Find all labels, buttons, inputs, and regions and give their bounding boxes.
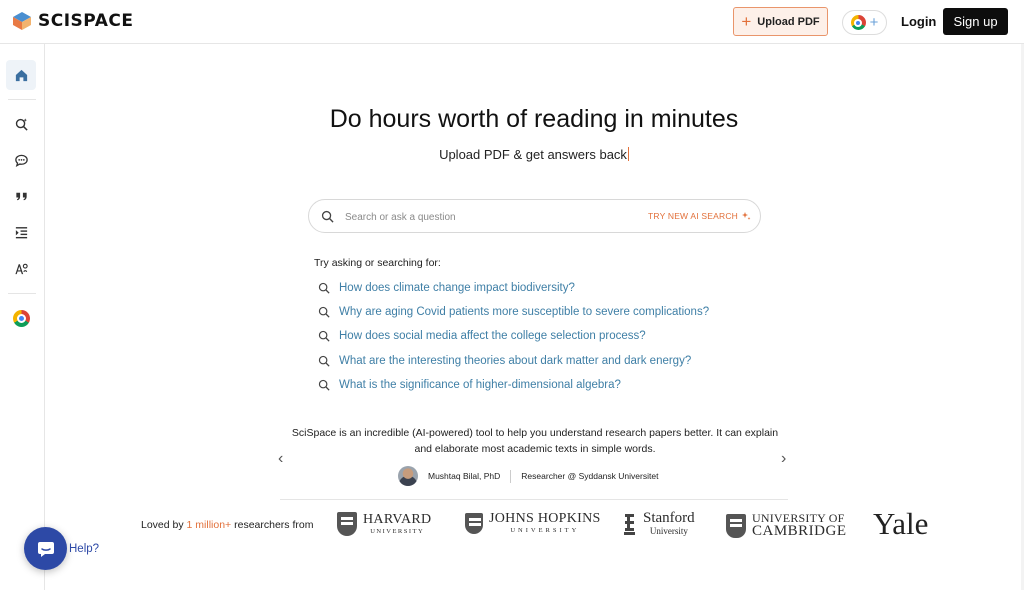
cambridge-logo: UNIVERSITY OF CAMBRIDGE [726, 512, 847, 539]
search-icon [318, 282, 330, 294]
search-icon [318, 307, 330, 318]
top-header: SCISPACE + Upload PDF + Login Sign up [0, 0, 1024, 44]
quote-icon [15, 192, 27, 200]
testimonial-quote: SciSpace is an incredible (AI-powered) t… [291, 427, 779, 455]
sidebar-item-home[interactable] [6, 60, 36, 90]
sidebar-item-chat[interactable] [6, 145, 36, 175]
stanford-logo: Stanford University [622, 511, 695, 536]
loved-suffix: researchers from [231, 519, 314, 531]
section-divider [280, 499, 788, 500]
plus-icon: + [869, 14, 879, 31]
harvard-shield-icon [337, 512, 357, 536]
suggestion-text: How does climate change impact biodivers… [339, 282, 575, 295]
sidebar-item-ai-detector[interactable] [6, 253, 36, 283]
search-input[interactable] [345, 207, 635, 227]
chevron-right-icon[interactable]: › [781, 450, 786, 468]
chrome-icon [12, 309, 30, 327]
avatar [398, 466, 418, 486]
suggestion-text: Why are aging Covid patients more suscep… [339, 306, 710, 319]
suggestion-text: What is the significance of higher-dimen… [339, 378, 621, 391]
upload-pdf-label: Upload PDF [757, 15, 820, 28]
jhu-shield-icon [465, 512, 483, 534]
suggestion-text: How does social media affect the college… [339, 330, 646, 343]
suggestion-text: What are the interesting theories about … [339, 354, 692, 367]
sidebar-item-paraphrase[interactable] [6, 217, 36, 247]
chat-icon [14, 154, 28, 167]
help-label[interactable]: Help? [69, 543, 99, 555]
harvard-logo: HARVARD UNIVERSITY [337, 512, 431, 536]
loved-prefix: Loved by [141, 519, 187, 531]
subtitle-text: Upload PDF & get answers back [439, 147, 627, 162]
search-icon [321, 210, 334, 223]
stanford-tree-icon [624, 513, 635, 535]
scispace-logo-icon [13, 12, 31, 30]
search-icon [318, 379, 330, 391]
johns-hopkins-logo: JOHNS HOPKINS UNIVERSITY [465, 512, 601, 535]
harvard-name: HARVARD [363, 511, 432, 527]
sidebar-divider [8, 99, 36, 100]
sidebar-item-citation[interactable] [6, 181, 36, 211]
text-caret [627, 147, 629, 161]
yale-logo: Yale [873, 506, 929, 541]
loved-highlight: 1 million+ [186, 519, 232, 531]
search-sparkle-icon [15, 117, 28, 131]
sparkle-icon [742, 212, 751, 220]
search-bar[interactable]: TRY NEW AI SEARCH [308, 199, 761, 233]
brand-name: SCISPACE [38, 11, 134, 31]
list-indent-icon [15, 226, 27, 238]
plus-icon: + [741, 12, 752, 31]
page-title: Do hours worth of reading in minutes [329, 105, 739, 133]
suggestion-list: How does climate change impact biodivers… [318, 276, 709, 397]
stanford-sub: University [649, 526, 688, 536]
suggestion-item[interactable]: What is the significance of higher-dimen… [318, 373, 709, 397]
sidebar-item-chrome-extension[interactable] [6, 303, 36, 333]
testimonial-author: Mushtaq Bilal, PhD Researcher @ Syddansk… [398, 466, 658, 486]
sidebar-item-search[interactable] [6, 109, 36, 139]
loved-by-text: Loved by 1 million+ researchers from [141, 519, 313, 531]
chrome-extension-button[interactable]: + [842, 10, 887, 35]
login-link[interactable]: Login [901, 14, 936, 29]
chevron-left-icon[interactable]: ‹ [278, 450, 283, 468]
suggestion-item[interactable]: What are the interesting theories about … [318, 349, 709, 373]
suggestion-item[interactable]: Why are aging Covid patients more suscep… [318, 300, 709, 324]
translate-icon [14, 263, 28, 274]
try-ai-search-button[interactable]: TRY NEW AI SEARCH [648, 211, 751, 221]
suggestion-item[interactable]: How does social media affect the college… [318, 324, 709, 348]
chrome-icon [850, 15, 866, 30]
jhu-sub: UNIVERSITY [510, 527, 580, 534]
ai-search-label: TRY NEW AI SEARCH [648, 211, 738, 221]
author-name: Mushtaq Bilal, PhD [428, 471, 501, 481]
author-role: Researcher @ Syddansk Universitet [521, 471, 659, 481]
search-icon [318, 355, 330, 367]
help-chat-button[interactable] [24, 527, 67, 570]
home-icon [15, 69, 27, 81]
suggestions-label: Try asking or searching for: [314, 257, 441, 269]
scispace-logo[interactable]: SCISPACE [12, 11, 133, 31]
signup-button[interactable]: Sign up [943, 8, 1008, 35]
cambridge-shield-icon [726, 513, 746, 538]
divider [510, 469, 512, 483]
harvard-sub: UNIVERSITY [370, 527, 425, 535]
page-subtitle: Upload PDF & get answers back [200, 147, 868, 162]
search-icon [318, 331, 330, 343]
left-sidebar [0, 44, 45, 590]
stanford-name: Stanford [643, 510, 695, 526]
chat-bubble-icon [37, 541, 54, 557]
cambridge-line2: CAMBRIDGE [752, 523, 847, 539]
jhu-name: JOHNS HOPKINS [489, 511, 601, 526]
suggestion-item[interactable]: How does climate change impact biodivers… [318, 276, 709, 300]
upload-pdf-button[interactable]: + Upload PDF [733, 7, 828, 36]
sidebar-divider [8, 293, 36, 294]
